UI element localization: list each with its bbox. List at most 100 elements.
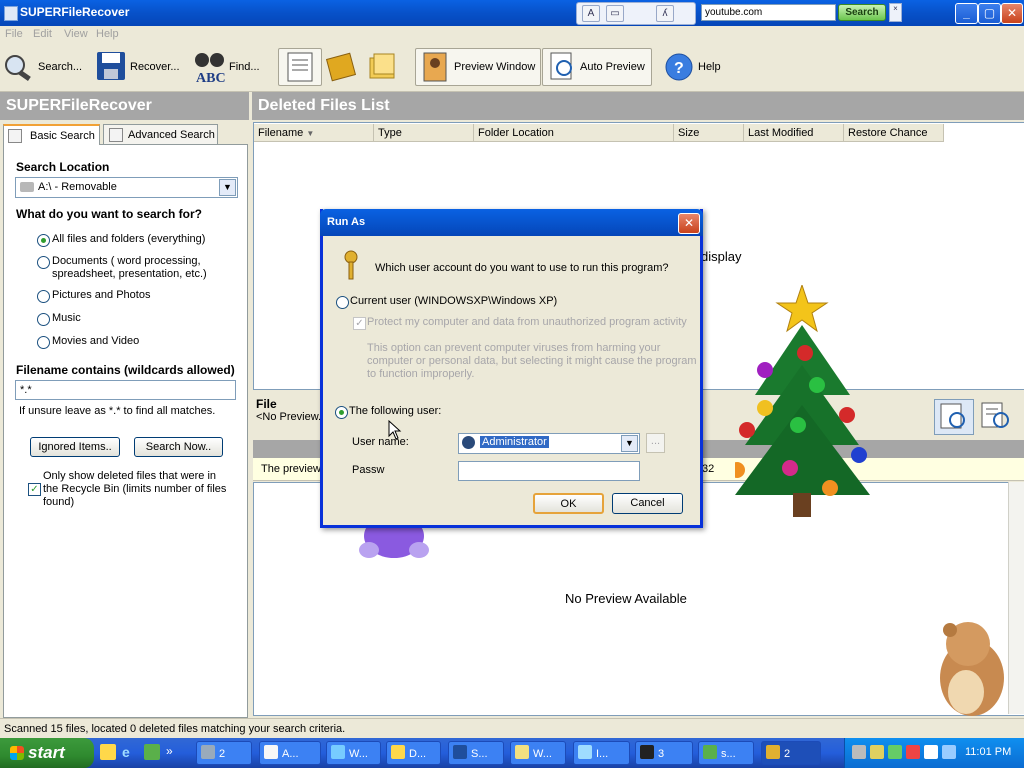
tab-body — [3, 144, 248, 718]
menu-bar — [0, 26, 1024, 43]
tray-icon-1[interactable] — [852, 745, 866, 759]
search-location-select[interactable]: A:\ - Removable ▼ — [15, 177, 238, 198]
recycle-bin-checkbox[interactable]: ✓ — [28, 483, 41, 496]
radio-documents[interactable] — [37, 256, 50, 269]
quicklaunch-ie-icon[interactable]: e — [122, 744, 138, 760]
col-filename[interactable]: Filename ▼ — [254, 124, 374, 142]
taskbar-item-8-label: 3 — [658, 748, 665, 760]
radio-movies[interactable] — [37, 336, 50, 349]
recycle-label-2: the Recycle Bin (limits number of files — [43, 483, 227, 495]
recover-tool-label[interactable]: Recover... — [130, 61, 180, 73]
menu-help[interactable]: Help — [96, 28, 119, 40]
binoculars-icon[interactable]: ABC — [193, 48, 227, 86]
task-8-icon — [640, 745, 654, 759]
figure-icon[interactable]: ʎ — [656, 5, 674, 22]
search-location-label: Search Location — [16, 160, 110, 174]
dialog-title: Run As — [320, 209, 703, 236]
preview-settings-icon[interactable] — [978, 399, 1012, 433]
col-filename-label: Filename — [258, 127, 304, 139]
preview-scrollbar[interactable] — [1008, 482, 1024, 714]
radio-following-user[interactable] — [335, 406, 348, 419]
toolbar-close-icon[interactable]: × — [889, 3, 902, 22]
menu-edit[interactable]: Edit — [33, 28, 52, 40]
filename-input[interactable]: *.* — [15, 380, 236, 400]
chevron-down-icon[interactable]: ▼ — [219, 179, 236, 196]
tray-icon-3[interactable] — [888, 745, 902, 759]
maximize-button[interactable]: ▢ — [978, 3, 1001, 24]
protect-note-2: computer or personal data, but selecting… — [367, 355, 697, 367]
help-icon[interactable]: ? — [664, 52, 694, 82]
book-icon[interactable] — [325, 50, 359, 82]
quicklaunch-folder-icon[interactable] — [100, 744, 116, 760]
option-music-label: Music — [52, 312, 81, 324]
search-tool-icon[interactable] — [2, 50, 36, 82]
tray-icon-2[interactable] — [870, 745, 884, 759]
tray-volume-icon[interactable] — [942, 745, 956, 759]
printer-icon[interactable]: ▭ — [606, 5, 624, 22]
taskbar-item-6-label: W... — [533, 748, 552, 760]
col-size[interactable]: Size — [674, 124, 744, 142]
menu-file[interactable]: File — [5, 28, 23, 40]
taskbar-item-4-label: D... — [409, 748, 427, 760]
col-folder-location[interactable]: Folder Location — [474, 124, 674, 142]
menu-view[interactable]: View — [64, 28, 88, 40]
floppy-icon[interactable] — [95, 50, 127, 82]
window-title: SUPERFileRecover — [20, 5, 130, 19]
password-field[interactable] — [458, 461, 640, 481]
tab-basic-search[interactable]: Basic Search — [3, 124, 100, 145]
task-4-icon — [391, 745, 405, 759]
key-icon — [341, 249, 361, 281]
search-button[interactable]: Search — [838, 4, 886, 21]
a-icon[interactable]: A — [582, 5, 600, 22]
tab-advanced-search[interactable]: Advanced Search — [103, 124, 218, 145]
preview-zoom-button[interactable] — [934, 399, 974, 435]
taskbar-item-5-label: S... — [471, 748, 488, 760]
search-tool-label[interactable]: Search... — [38, 61, 82, 73]
col-restore-chance[interactable]: Restore Chance — [844, 124, 944, 142]
radio-pictures[interactable] — [37, 290, 50, 303]
folder-icon[interactable] — [366, 50, 400, 82]
mouse-cursor-icon — [388, 419, 402, 440]
task-7-icon — [578, 745, 592, 759]
ok-button[interactable]: OK — [533, 493, 604, 514]
ignored-items-button[interactable]: Ignored Items.. — [30, 437, 120, 457]
radio-all-files[interactable] — [37, 234, 50, 247]
preview-window-button[interactable]: Preview Window — [415, 48, 541, 86]
tray-icon-5[interactable] — [924, 745, 938, 759]
col-type[interactable]: Type — [374, 124, 474, 142]
document-tool-button[interactable] — [278, 48, 322, 86]
start-label: start — [28, 743, 65, 762]
radio-current-user[interactable] — [336, 296, 349, 309]
preview-notice-text: The preview — [261, 463, 321, 475]
app-icon — [4, 6, 18, 21]
recycle-label-1: Only show deleted files that were in — [43, 470, 217, 482]
svg-text:ABC: ABC — [196, 71, 226, 84]
task-9-icon — [703, 745, 717, 759]
col-last-modified[interactable]: Last Modified — [744, 124, 844, 142]
protect-checkbox[interactable]: ✓ — [353, 317, 366, 330]
help-tool-label[interactable]: Help — [698, 61, 721, 73]
password-label: Passw — [352, 464, 385, 476]
auto-preview-button[interactable]: Auto Preview — [542, 48, 652, 86]
search-location-value: A:\ - Removable — [38, 181, 117, 193]
radio-music[interactable] — [37, 313, 50, 326]
task-3-icon — [331, 745, 345, 759]
search-now-button[interactable]: Search Now.. — [134, 437, 223, 457]
current-user-label: Current user (WINDOWSXP\Windows XP) — [350, 295, 558, 307]
quicklaunch-more-icon[interactable]: » — [166, 744, 173, 758]
tray-icon-4[interactable] — [906, 745, 920, 759]
chevron-down-icon[interactable]: ▼ — [621, 435, 638, 452]
list-empty-message: display — [701, 249, 742, 264]
browse-users-button[interactable]: ... — [646, 433, 665, 453]
close-button[interactable]: ✕ — [1001, 3, 1023, 24]
start-button[interactable]: start — [0, 738, 94, 768]
dialog-close-button[interactable]: ✕ — [678, 213, 700, 234]
username-combobox[interactable]: Administrator ▼ — [458, 433, 640, 454]
taskbar-item-10-label: 2 — [784, 748, 791, 760]
find-tool-label[interactable]: Find... — [229, 61, 260, 73]
quicklaunch-desktop-icon[interactable] — [144, 744, 160, 760]
taskbar-clock: 11:01 PM — [965, 746, 1012, 758]
minimize-button[interactable]: _ — [955, 3, 978, 24]
address-field[interactable]: youtube.com — [701, 4, 836, 21]
cancel-button[interactable]: Cancel — [612, 493, 683, 514]
